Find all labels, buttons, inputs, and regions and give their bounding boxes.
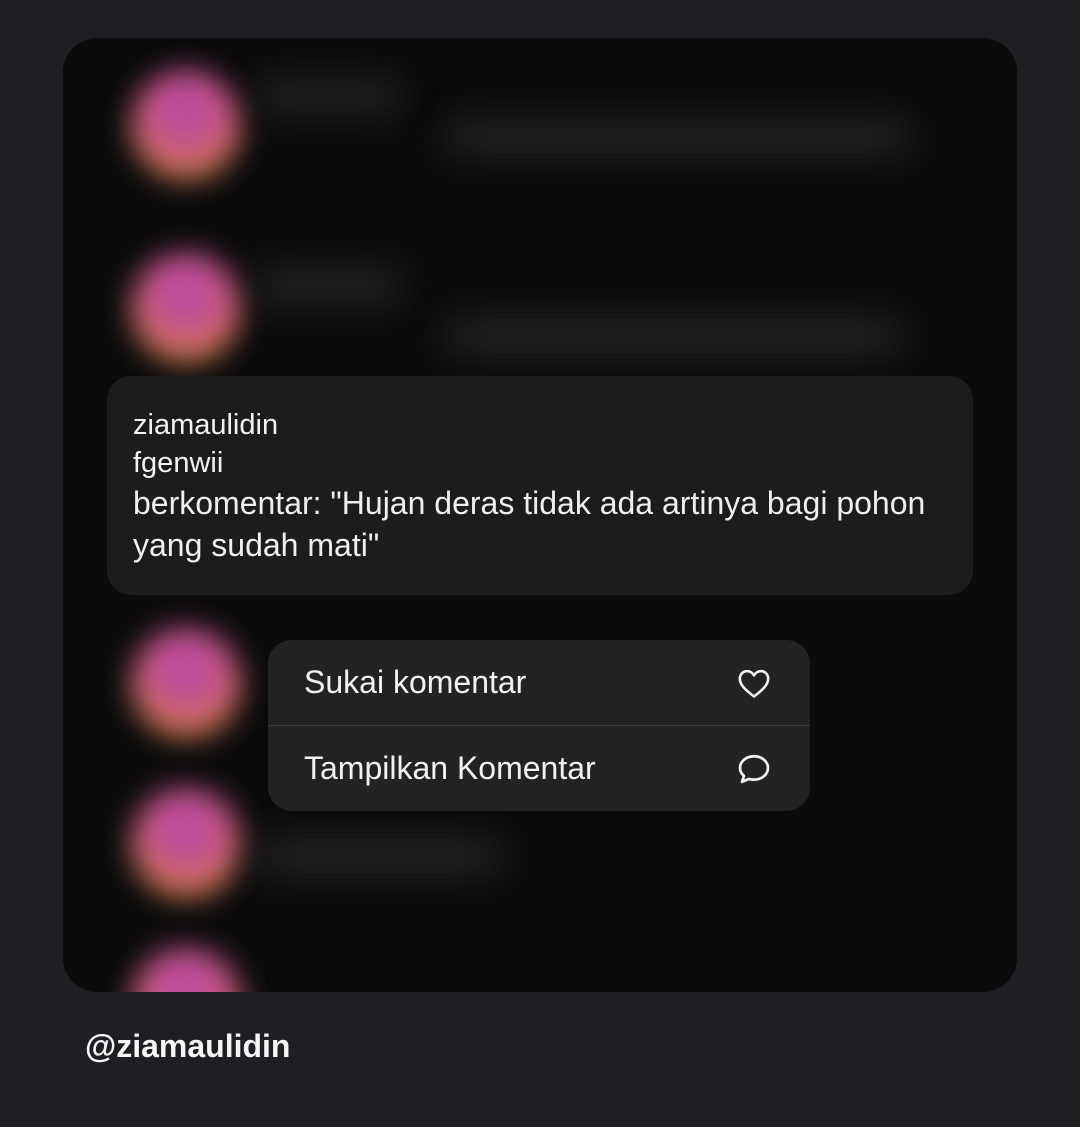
blurred-text-bar [443,318,903,354]
like-comment-label: Sukai komentar [304,664,527,700]
like-comment-menu-item[interactable]: Sukai komentar [268,640,810,725]
show-comments-menu-item[interactable]: Tampilkan Komentar [268,726,810,811]
blurred-text-bar [253,78,403,114]
comment-context-menu: Sukai komentar Tampilkan Komentar [268,640,810,811]
blurred-text-bar [253,268,403,304]
highlighted-comment: ziamaulidin fgenwii berkomentar: "Hujan … [107,376,973,595]
blurred-avatar [131,628,241,738]
show-comments-label: Tampilkan Komentar [304,750,596,786]
blurred-text-bar [443,118,913,154]
blurred-list-item [63,938,1017,992]
footer-watermark-handle: @ziamaulidin [85,1028,291,1064]
blurred-text-bar [253,838,503,874]
blurred-avatar [131,70,241,180]
heart-icon [736,665,772,701]
blurred-avatar [131,788,241,898]
blurred-avatar [131,948,241,992]
blurred-avatar [131,253,241,363]
comment-reply-to[interactable]: fgenwii [133,444,947,482]
comment-text: berkomentar: "Hujan deras tidak ada arti… [133,485,926,563]
blurred-list-item [63,58,1017,208]
screenshot-page: ziamaulidin fgenwii berkomentar: "Hujan … [0,0,1080,1127]
comment-username[interactable]: ziamaulidin [133,406,947,444]
speech-bubble-icon [736,751,772,787]
